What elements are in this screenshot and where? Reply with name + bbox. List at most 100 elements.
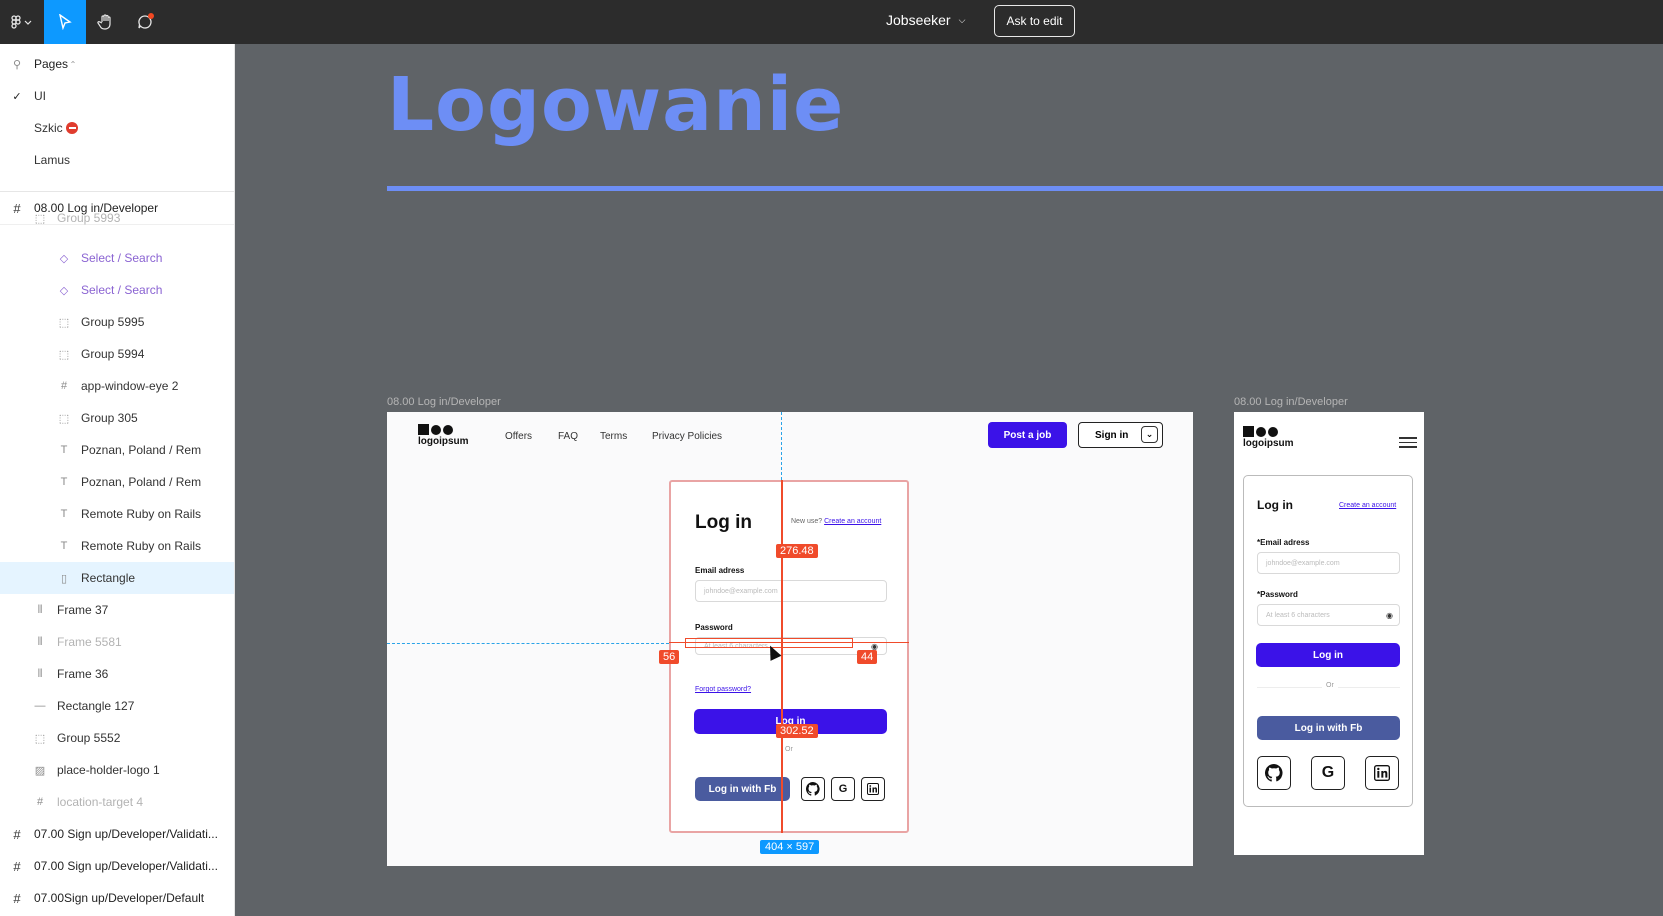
layer-label: Select / Search xyxy=(81,251,163,265)
layer-label: Remote Ruby on Rails xyxy=(81,507,202,521)
comment-tool-icon[interactable] xyxy=(128,0,164,44)
measure-badge-bottom: 302.52 xyxy=(776,724,818,738)
mobile-login-card[interactable]: Log in Create an account *Email adress j… xyxy=(1243,475,1413,807)
text-icon: T xyxy=(60,540,68,552)
hamburger-menu-icon[interactable] xyxy=(1399,434,1417,451)
email-label: *Email adress xyxy=(1257,538,1310,547)
frame-icon: # xyxy=(13,858,21,874)
measure-guide xyxy=(387,643,669,644)
password-label: *Password xyxy=(1257,590,1298,599)
email-field[interactable]: johndoe@example.com xyxy=(695,580,887,602)
layer-row[interactable]: ⬚ Group 5994 xyxy=(0,338,234,370)
frame-row[interactable]: #07.00Sign up/Developer/Default xyxy=(0,882,234,914)
layer-row[interactable]: ▯ Rectangle xyxy=(0,562,234,594)
forgot-password-link[interactable]: Forgot password? xyxy=(695,686,751,693)
layer-row[interactable]: ⬚ Group 5995 xyxy=(0,306,234,338)
nav-offers[interactable]: Offers xyxy=(505,431,532,442)
layer-label: Remote Ruby on Rails xyxy=(81,539,202,553)
layer-row[interactable]: ◇ Select / Search xyxy=(0,242,234,274)
linkedin-icon[interactable] xyxy=(1365,756,1399,790)
nav-privacy[interactable]: Privacy Policies xyxy=(652,431,722,442)
eye-icon[interactable]: ◉ xyxy=(1386,611,1393,620)
move-tool-icon[interactable] xyxy=(44,0,86,44)
layer-row[interactable]: ◇ Select / Search xyxy=(0,274,234,306)
layer-row[interactable]: — Rectangle 127 xyxy=(0,690,234,722)
nav-faq[interactable]: FAQ xyxy=(558,431,578,442)
mobile-login-frame[interactable]: logoipsum Log in Create an account *Emai… xyxy=(1234,412,1424,855)
page-label: Szkic xyxy=(34,121,63,135)
layer-label: Frame 37 xyxy=(57,603,109,617)
layer-row[interactable]: # location-target 4 xyxy=(0,786,234,818)
pages-header[interactable]: ⚲ Pages ⌃ xyxy=(0,48,234,80)
frame-row[interactable]: #07.00 Sign up/Developer/Validati... xyxy=(0,850,234,882)
layer-row[interactable]: T Remote Ruby on Rails xyxy=(0,498,234,530)
frame-icon: # xyxy=(60,380,68,392)
hand-tool-icon[interactable] xyxy=(88,0,124,44)
github-icon[interactable] xyxy=(1257,756,1291,790)
password-field[interactable]: At least 6 characters ◉ xyxy=(1257,604,1400,626)
layer-row[interactable]: T Remote Ruby on Rails xyxy=(0,530,234,562)
page-item-ui[interactable]: ✓ UI xyxy=(0,80,234,112)
logo-text: logoipsum xyxy=(418,436,469,447)
chevron-up-icon[interactable]: ⌃ xyxy=(66,60,80,69)
figma-menu-icon[interactable] xyxy=(0,0,44,44)
desktop-login-frame[interactable]: logoipsum Offers FAQ Terms Privacy Polic… xyxy=(387,412,1193,866)
email-placeholder: johndoe@example.com xyxy=(704,587,778,595)
desktop-frame-label[interactable]: 08.00 Log in/Developer xyxy=(387,396,501,408)
layer-label: Rectangle xyxy=(81,571,136,585)
post-job-button[interactable]: Post a job xyxy=(988,422,1067,448)
layer-label: Rectangle 127 xyxy=(57,699,135,713)
page-item-szkic[interactable]: Szkic xyxy=(0,112,234,144)
layer-row[interactable]: ⫴ Frame 37 xyxy=(0,594,234,626)
layer-row[interactable]: T Poznan, Poland / Rem xyxy=(0,466,234,498)
layer-label: Group 305 xyxy=(81,411,138,425)
frame-icon: # xyxy=(13,826,21,842)
pages-label: Pages xyxy=(34,57,69,71)
layer-label: Group 5994 xyxy=(81,347,145,361)
layer-row[interactable]: ⬚ Group 5993 xyxy=(0,202,234,234)
create-account-link[interactable]: Create an account xyxy=(1339,502,1396,509)
page-item-lamus[interactable]: Lamus xyxy=(0,144,234,176)
email-field[interactable]: johndoe@example.com xyxy=(1257,552,1400,574)
frame-label: 07.00 Sign up/Developer/Validati... xyxy=(34,827,218,841)
login-fb-button[interactable]: Log in with Fb xyxy=(1257,716,1400,740)
logoipsum-logo: logoipsum xyxy=(1243,426,1294,449)
no-entry-icon xyxy=(66,122,78,134)
login-button[interactable]: Log in xyxy=(1256,643,1400,667)
new-user-text: New use? Create an account xyxy=(791,518,881,525)
github-icon[interactable] xyxy=(801,777,825,801)
layer-row[interactable]: # app-window-eye 2 xyxy=(0,370,234,402)
login-fb-button[interactable]: Log in with Fb xyxy=(695,777,790,801)
nav-terms[interactable]: Terms xyxy=(600,431,627,442)
text-icon: T xyxy=(60,508,68,520)
layer-row[interactable]: ⫴ Frame 36 xyxy=(0,658,234,690)
layer-row[interactable]: ⫴ Frame 5581 xyxy=(0,626,234,658)
group-icon: ⬚ xyxy=(34,212,46,225)
file-title[interactable]: Jobseeker ⌵ xyxy=(886,12,965,28)
layer-row[interactable]: ⬚ Group 305 xyxy=(0,402,234,434)
group-icon: ⬚ xyxy=(58,412,70,425)
page-label: Lamus xyxy=(34,153,71,167)
password-label: Password xyxy=(695,623,733,632)
login-title: Log in xyxy=(695,512,752,533)
auto-layout-icon: ⫴ xyxy=(37,603,43,616)
logo-text: logoipsum xyxy=(1243,438,1294,449)
google-icon[interactable]: G xyxy=(1311,756,1345,790)
layer-row[interactable]: ⬚ Group 5552 xyxy=(0,722,234,754)
measure-badge-top: 276.48 xyxy=(776,544,818,558)
layer-label: place-holder-logo 1 xyxy=(57,763,160,777)
mobile-frame-label[interactable]: 08.00 Log in/Developer xyxy=(1234,396,1348,408)
design-canvas[interactable]: Logowanie 08.00 Log in/Developer 08.00 L… xyxy=(235,44,1663,916)
layer-row[interactable]: ▨ place-holder-logo 1 xyxy=(0,754,234,786)
google-icon[interactable]: G xyxy=(831,777,855,801)
frame-row[interactable]: #07.00 Sign up/Developer/Validati... xyxy=(0,818,234,850)
sign-in-dropdown[interactable]: Sign in ⌄ xyxy=(1078,422,1163,448)
create-account-link[interactable]: Create an account xyxy=(824,518,881,525)
linkedin-icon[interactable] xyxy=(861,777,885,801)
frame-label: 07.00 Sign up/Developer/Validati... xyxy=(34,859,218,873)
search-icon[interactable]: ⚲ xyxy=(10,58,24,71)
login-title: Log in xyxy=(1257,498,1293,512)
ask-to-edit-button[interactable]: Ask to edit xyxy=(994,5,1075,37)
layer-row[interactable]: T Poznan, Poland / Rem xyxy=(0,434,234,466)
selection-size-badge: 404 × 597 xyxy=(760,840,820,854)
